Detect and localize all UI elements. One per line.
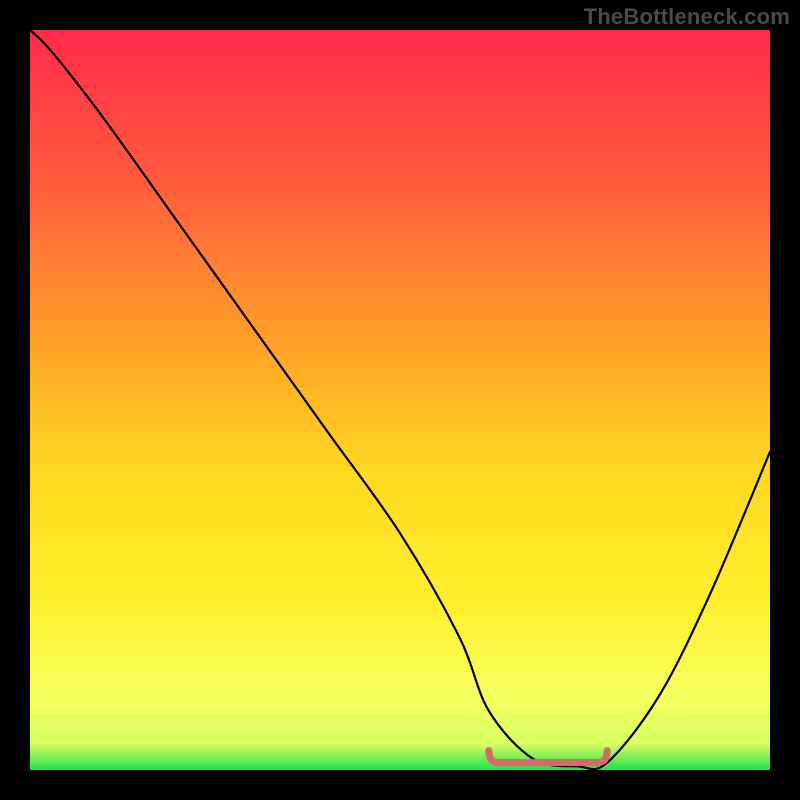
chart-svg — [30, 30, 770, 770]
watermark-text: TheBottleneck.com — [584, 4, 790, 30]
plot-area — [30, 30, 770, 770]
chart-frame: TheBottleneck.com — [0, 0, 800, 800]
gradient-background — [30, 30, 770, 770]
